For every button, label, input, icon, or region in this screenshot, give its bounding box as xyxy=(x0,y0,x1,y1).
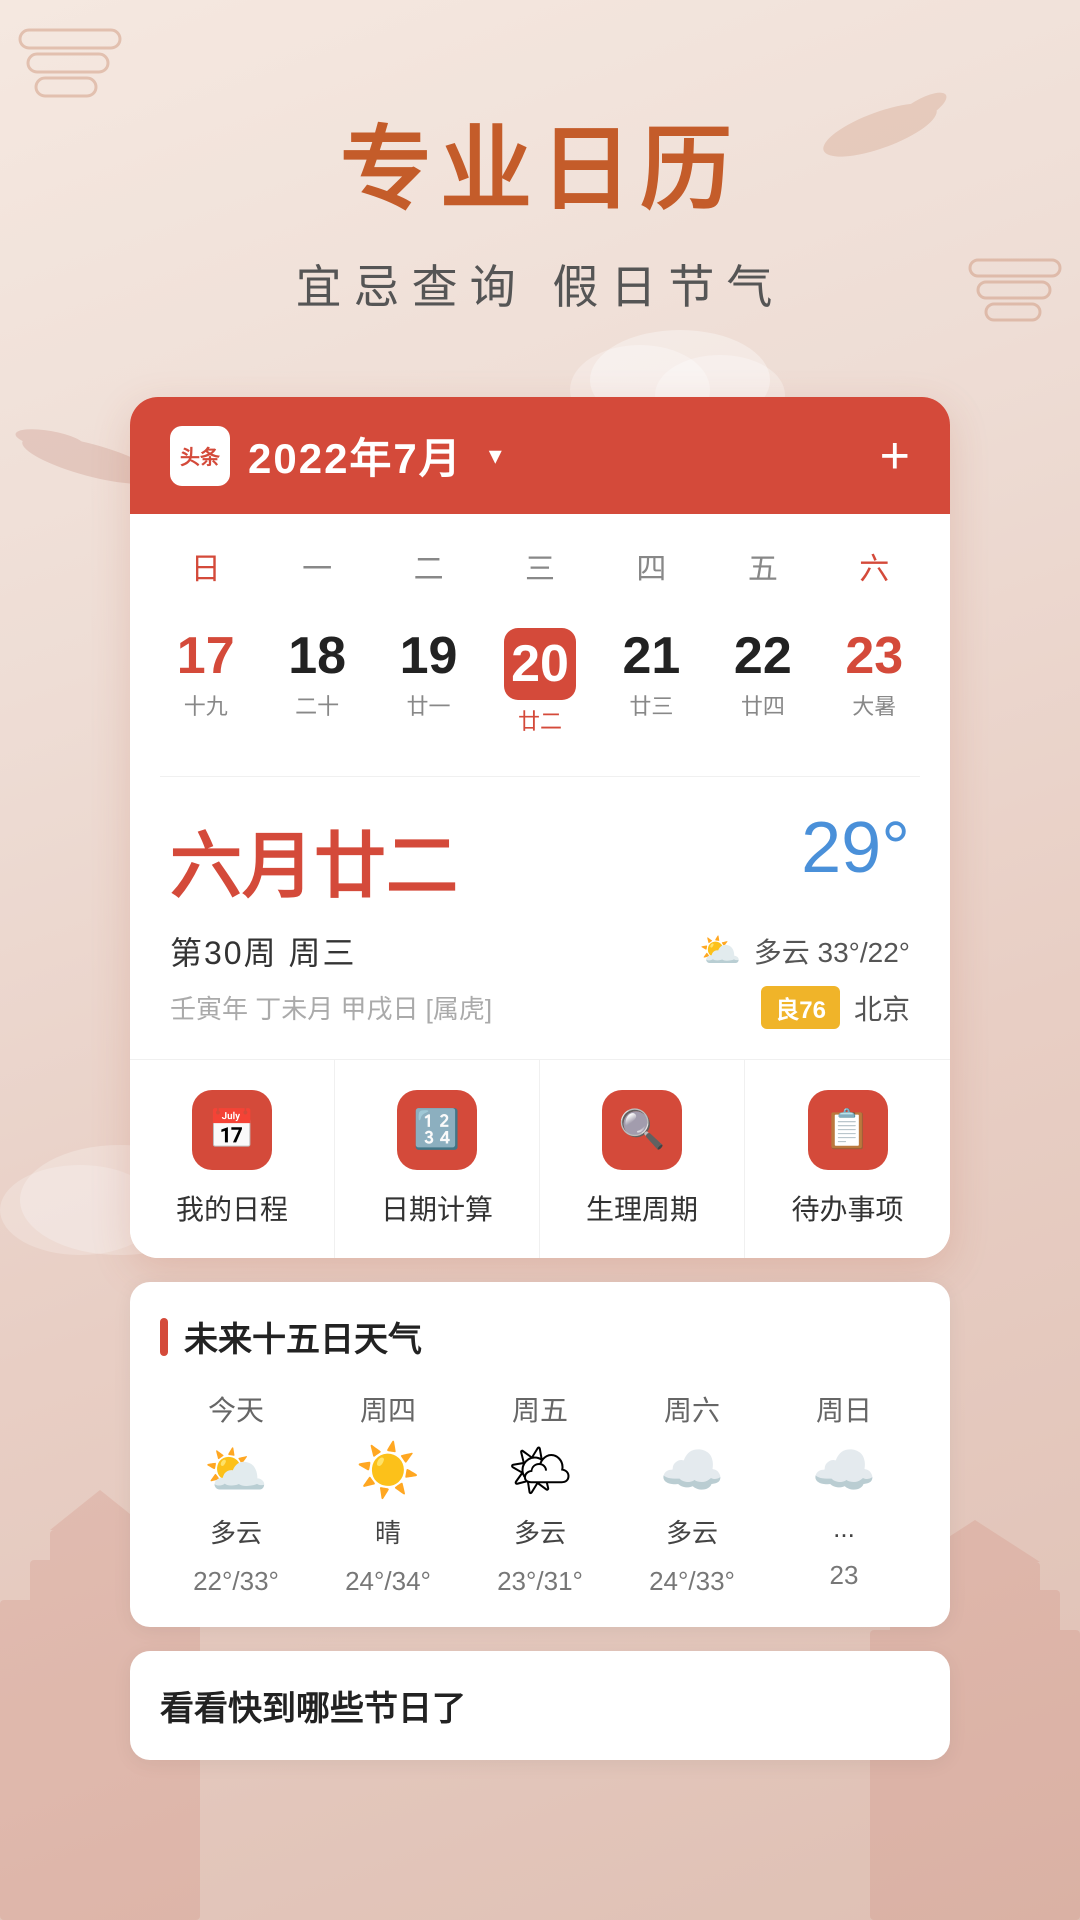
forecast-condition: ... xyxy=(833,1513,855,1544)
day-header-4: 四 xyxy=(596,534,707,598)
forecast-day: 周五 xyxy=(512,1389,568,1429)
date-sub: 大暑 xyxy=(852,689,896,721)
forecast-item-0: 今天 ⛅ 多云 22°/33° xyxy=(160,1389,312,1597)
forecast-row: 今天 ⛅ 多云 22°/33° 周四 ☀️ 晴 24°/34° 周五 🌤 多云 23°/31° 周六 ☁️… xyxy=(160,1389,920,1597)
aqi-location: 良76 北京 xyxy=(761,986,910,1029)
calendar-header-left: 头条 2022年7月 ▾ xyxy=(170,425,502,486)
day-header-0: 日 xyxy=(150,534,261,598)
date-info-bot: 壬寅年 丁未月 甲戌日 [属虎] 良76 北京 xyxy=(170,986,910,1029)
forecast-temp: 23°/31° xyxy=(497,1566,583,1597)
weather-section-title: 未来十五日天气 xyxy=(160,1312,920,1361)
date-num: 22 xyxy=(734,628,792,685)
date-cell-19[interactable]: 19 廿一 xyxy=(373,618,484,746)
quick-label-2: 生理周期 xyxy=(586,1188,698,1228)
holiday-title: 看看快到哪些节日了 xyxy=(160,1681,920,1730)
forecast-weather-icon: ☁️ xyxy=(812,1445,877,1497)
forecast-weather-icon: 🌤 xyxy=(507,1445,573,1497)
date-sub: 廿一 xyxy=(407,689,451,721)
quick-label-1: 日期计算 xyxy=(381,1188,493,1228)
date-info-mid: 第30周 周三 ⛅ 多云 33°/22° xyxy=(170,928,910,974)
forecast-weather-icon: ⛅ xyxy=(204,1445,269,1497)
forecast-condition: 多云 xyxy=(210,1513,262,1550)
day-header-3: 三 xyxy=(484,534,595,598)
date-num: 20 xyxy=(504,628,576,700)
quick-grid: 📅 我的日程 🔢 日期计算 🔍 生理周期 📋 待办事项 xyxy=(130,1059,950,1258)
date-cell-23[interactable]: 23 大暑 xyxy=(819,618,930,746)
date-sub: 廿四 xyxy=(741,689,785,721)
date-info-top: 六月廿二 29° xyxy=(170,807,910,912)
hero-title: 专业日历 xyxy=(0,120,1080,221)
forecast-item-1: 周四 ☀️ 晴 24°/34° xyxy=(312,1389,464,1597)
hero-subtitle: 宜忌查询 假日节气 xyxy=(0,251,1080,317)
forecast-day: 周四 xyxy=(360,1389,416,1429)
weather-icon: ⛅ xyxy=(699,931,741,971)
date-cell-21[interactable]: 21 廿三 xyxy=(596,618,707,746)
date-sub: 二十 xyxy=(295,689,339,721)
day-header-2: 二 xyxy=(373,534,484,598)
forecast-temp: 24°/34° xyxy=(345,1566,431,1597)
quick-label-3: 待办事项 xyxy=(791,1188,903,1228)
forecast-condition: 多云 xyxy=(666,1513,718,1550)
forecast-item-4: 周日 ☁️... 23 xyxy=(768,1389,920,1597)
weather-section: 未来十五日天气 今天 ⛅ 多云 22°/33° 周四 ☀️ 晴 24°/34° 周五 🌤 多云 23°… xyxy=(130,1282,950,1627)
forecast-condition: 晴 xyxy=(375,1513,401,1550)
forecast-weather-icon: ☀️ xyxy=(356,1445,421,1497)
calendar-header: 头条 2022年7月 ▾ + xyxy=(130,397,950,514)
date-num: 21 xyxy=(623,628,681,685)
date-cell-17[interactable]: 17 十九 xyxy=(150,618,261,746)
date-cell-22[interactable]: 22 廿四 xyxy=(707,618,818,746)
date-info: 六月廿二 29° 第30周 周三 ⛅ 多云 33°/22° 壬寅年 丁未月 甲戌… xyxy=(130,777,950,1059)
section-title-bar xyxy=(160,1318,168,1356)
quick-icon-1: 🔢 xyxy=(397,1090,477,1170)
date-num: 17 xyxy=(177,628,235,685)
weather-info: ⛅ 多云 33°/22° xyxy=(699,931,910,971)
dates-row: 17 十九 18 二十 19 廿一 20 廿二 21 廿三 22 廿四 23 大暑 xyxy=(130,608,950,776)
quick-item-2[interactable]: 🔍 生理周期 xyxy=(540,1060,745,1258)
quick-icon-2: 🔍 xyxy=(602,1090,682,1170)
forecast-temp: 24°/33° xyxy=(649,1566,735,1597)
quick-item-1[interactable]: 🔢 日期计算 xyxy=(335,1060,540,1258)
holiday-section: 看看快到哪些节日了 xyxy=(130,1651,950,1760)
forecast-temp: 22°/33° xyxy=(193,1566,279,1597)
forecast-day: 周日 xyxy=(816,1389,872,1429)
day-header-5: 五 xyxy=(707,534,818,598)
forecast-condition: 多云 xyxy=(514,1513,566,1550)
forecast-day: 今天 xyxy=(208,1389,264,1429)
location-text: 北京 xyxy=(854,988,910,1028)
calendar-card: 头条 2022年7月 ▾ + 日一二三四五六 17十九18二十19廿一20廿二2… xyxy=(130,397,950,1258)
forecast-weather-icon: ☁️ xyxy=(660,1445,725,1497)
week-info: 第30周 周三 xyxy=(170,928,357,974)
quick-label-0: 我的日程 xyxy=(176,1188,288,1228)
day-headers: 日一二三四五六 xyxy=(130,514,950,608)
date-sub: 廿三 xyxy=(629,689,673,721)
dropdown-arrow-icon[interactable]: ▾ xyxy=(489,440,502,471)
quick-icon-3: 📋 xyxy=(808,1090,888,1170)
ganzhi-text: 壬寅年 丁未月 甲戌日 [属虎] xyxy=(170,989,492,1026)
date-num: 19 xyxy=(400,628,458,685)
date-sub: 十九 xyxy=(184,689,228,721)
day-header-6: 六 xyxy=(819,534,930,598)
add-event-button[interactable]: + xyxy=(880,430,910,482)
quick-item-0[interactable]: 📅 我的日程 xyxy=(130,1060,335,1258)
date-cell-20[interactable]: 20 廿二 xyxy=(484,618,595,746)
date-num: 23 xyxy=(845,628,903,685)
weather-text: 多云 33°/22° xyxy=(754,931,910,971)
month-title[interactable]: 2022年7月 xyxy=(248,425,463,486)
app-logo: 头条 xyxy=(170,426,230,486)
day-header-1: 一 xyxy=(261,534,372,598)
hero-section: 专业日历 宜忌查询 假日节气 xyxy=(0,0,1080,367)
temperature: 29° xyxy=(801,807,910,889)
forecast-item-2: 周五 🌤 多云 23°/31° xyxy=(464,1389,616,1597)
quick-icon-0: 📅 xyxy=(192,1090,272,1170)
date-num: 18 xyxy=(288,628,346,685)
date-cell-18[interactable]: 18 二十 xyxy=(261,618,372,746)
forecast-temp: 23 xyxy=(830,1560,859,1591)
date-sub: 廿二 xyxy=(518,704,562,736)
quick-item-3[interactable]: 📋 待办事项 xyxy=(745,1060,950,1258)
aqi-badge: 良76 xyxy=(761,986,840,1029)
lunar-date: 六月廿二 xyxy=(170,807,458,912)
forecast-day: 周六 xyxy=(664,1389,720,1429)
forecast-item-3: 周六 ☁️ 多云 24°/33° xyxy=(616,1389,768,1597)
